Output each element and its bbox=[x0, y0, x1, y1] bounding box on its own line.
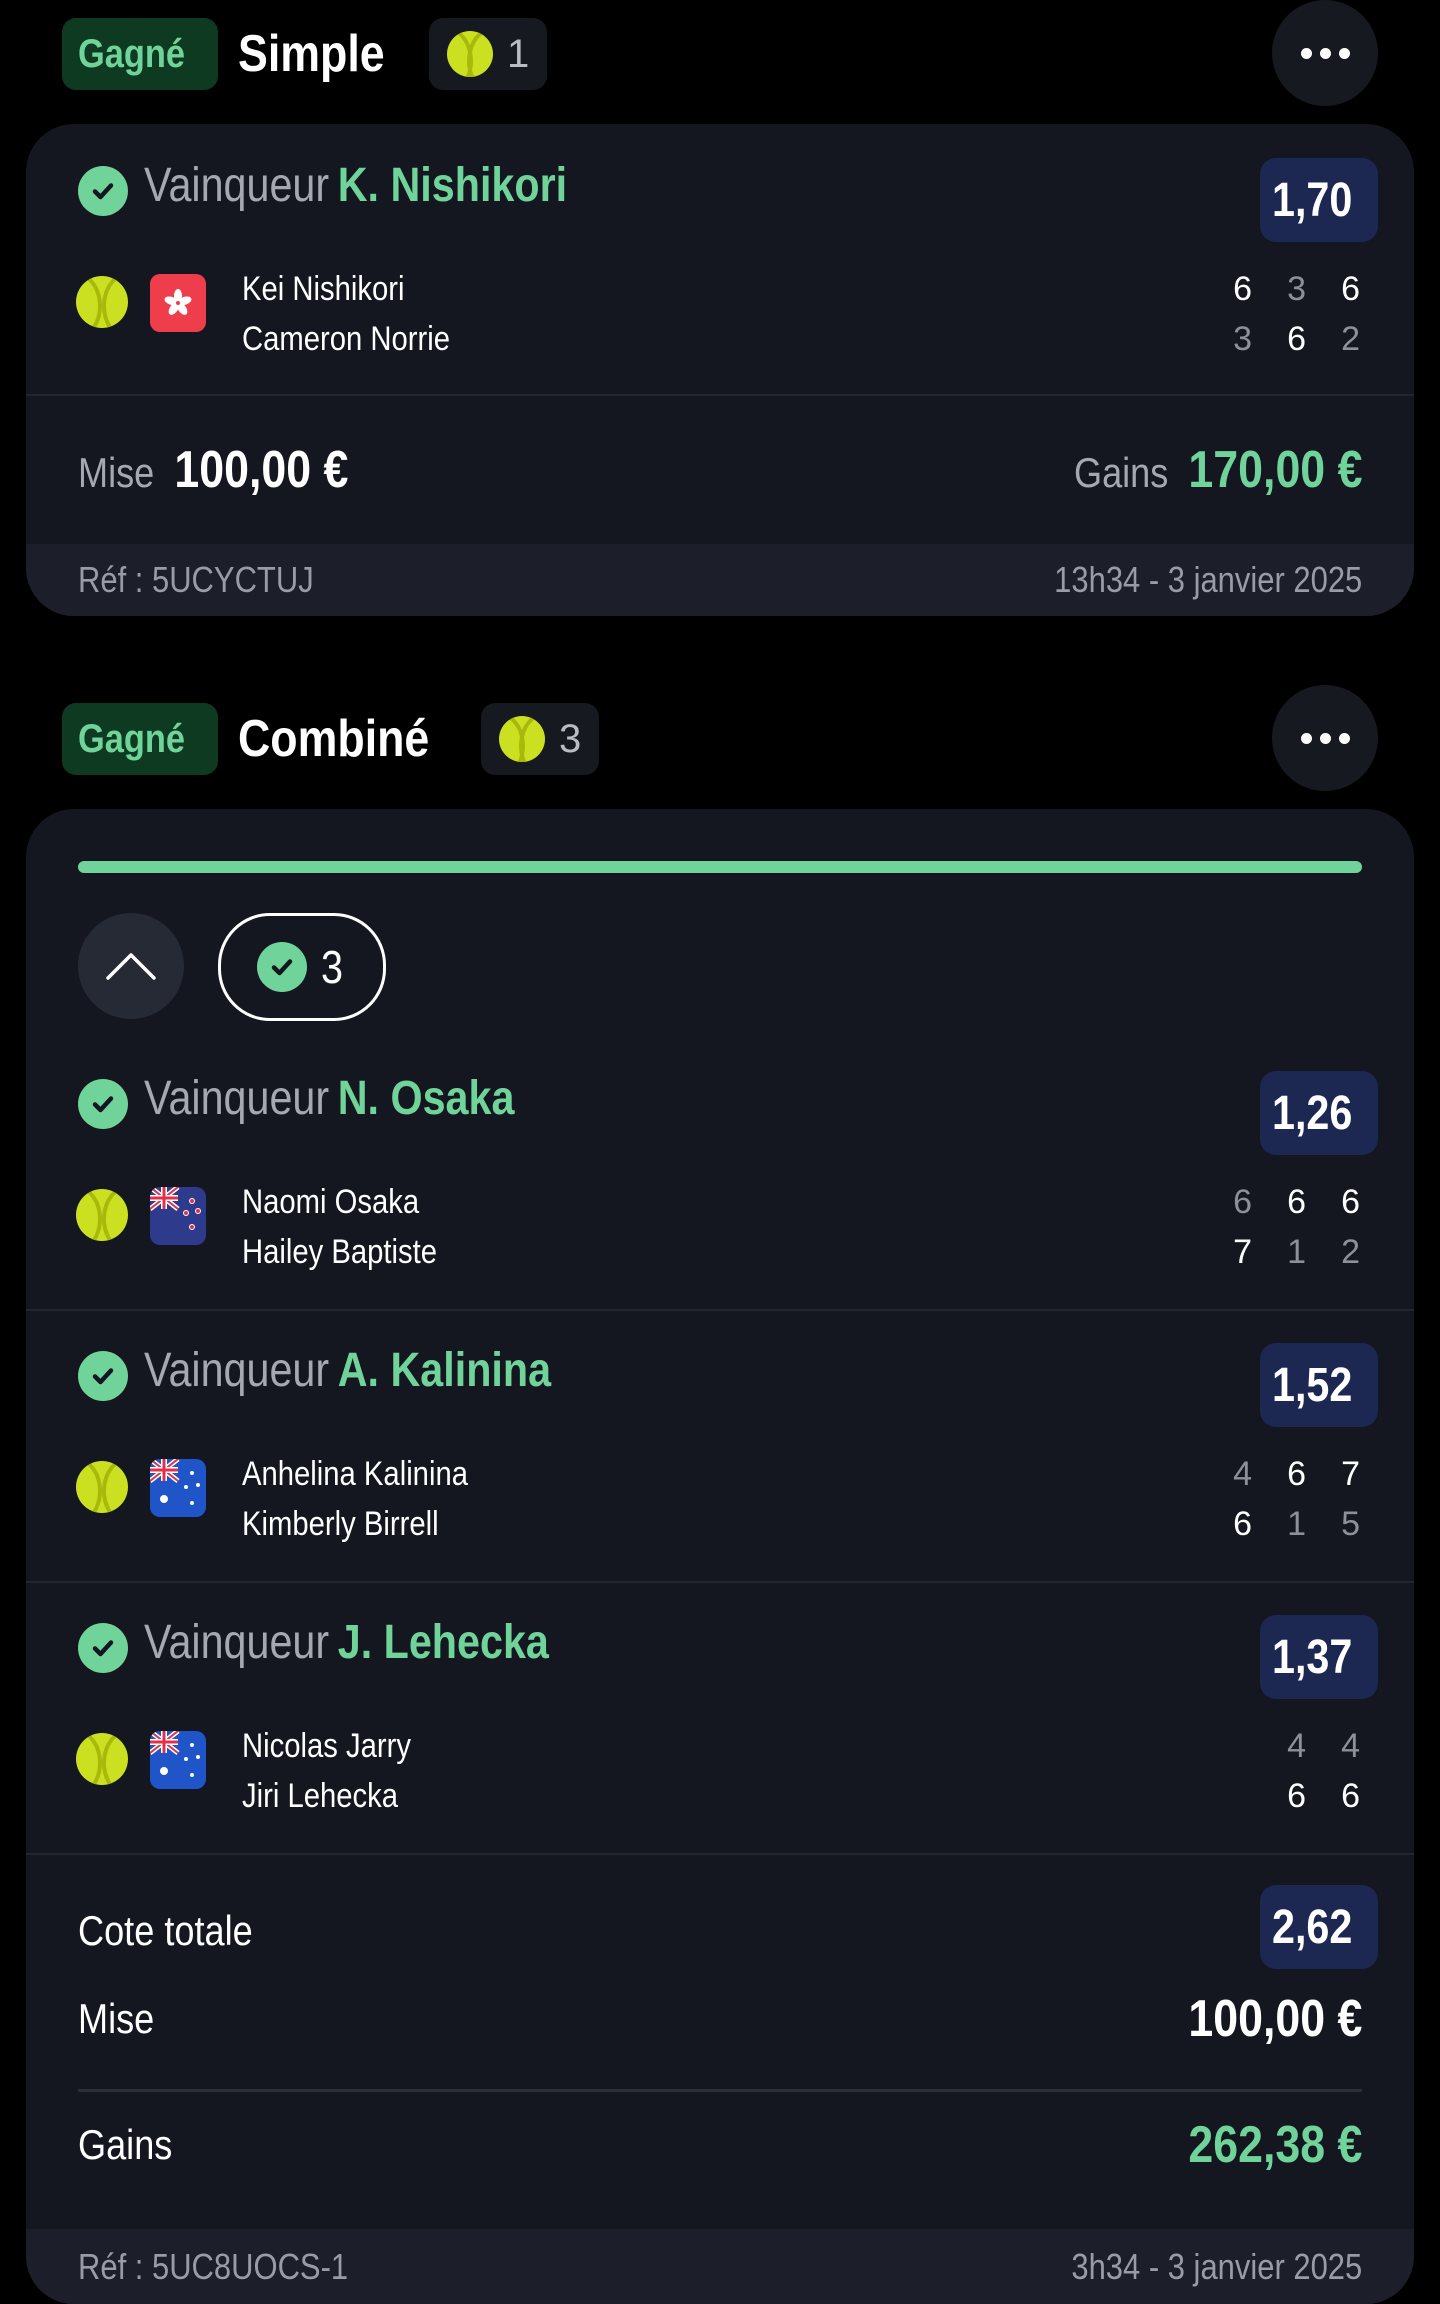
collapse-button[interactable] bbox=[78, 913, 184, 1019]
bet-header-combine: Gagné Combiné 3 bbox=[62, 685, 1378, 791]
progress-bar bbox=[78, 861, 1362, 873]
gains-value: 262,38 € bbox=[1187, 2116, 1362, 2174]
totals-section: Cote totale 2,62 Mise 100,00 € bbox=[78, 1885, 1378, 2145]
gains: Gains 170,00 € bbox=[1073, 441, 1362, 499]
set-scores: 666 712 bbox=[1233, 1183, 1360, 1271]
selection-title: Vainqueur A. Kalinina bbox=[144, 1344, 552, 1397]
stake-gains-row: Mise 100,00 € Gains 170,00 € bbox=[26, 396, 1414, 544]
flag-hong-kong-icon bbox=[150, 274, 206, 332]
bet-type-title: Combiné bbox=[238, 710, 430, 768]
odds-badge: 1,37 bbox=[1260, 1615, 1378, 1699]
bet-card-combine: 3 Vainqueur N. Osaka 1,26 Naomi Osaka Hai… bbox=[26, 809, 1414, 2304]
total-odds-badge: 2,62 bbox=[1260, 1885, 1378, 1969]
bet-header-simple: Gagné Simple 1 bbox=[62, 0, 1378, 106]
check-circle-icon bbox=[78, 1623, 128, 1673]
selection-count-chip: 1 bbox=[428, 18, 548, 90]
players-list: Anhelina Kalinina Kimberly Birrell bbox=[242, 1455, 468, 1543]
selection-title: Vainqueur K. Nishikori bbox=[144, 159, 568, 212]
odds-badge: 1,70 bbox=[1260, 158, 1378, 242]
more-dots-icon bbox=[1300, 47, 1312, 59]
tennis-ball-icon bbox=[498, 716, 545, 762]
selection-count-chip: 3 bbox=[480, 703, 600, 775]
won-selections-filter[interactable]: 3 bbox=[218, 913, 386, 1021]
more-options-button[interactable] bbox=[1272, 0, 1378, 106]
check-circle-icon bbox=[257, 942, 308, 992]
more-options-button[interactable] bbox=[1272, 685, 1378, 791]
selection-item[interactable]: Vainqueur J. Lehecka 1,37 Nicolas Jarry J… bbox=[26, 1581, 1414, 1855]
tennis-ball-icon bbox=[76, 1189, 128, 1241]
bet-datetime: 3h34 - 3 janvier 2025 bbox=[1071, 2245, 1362, 2287]
bet-card-simple: Vainqueur K. Nishikori 1,70 Kei Nishikori… bbox=[26, 124, 1414, 616]
set-scores: 44 66 bbox=[1287, 1727, 1360, 1815]
selection-title: Vainqueur N. Osaka bbox=[144, 1072, 515, 1125]
chevron-up-icon bbox=[106, 953, 156, 980]
flag-new-zealand-icon bbox=[150, 1187, 206, 1245]
bet-reference: Réf : 5UCYCTUJ bbox=[78, 559, 314, 600]
players-list: Naomi Osaka Hailey Baptiste bbox=[242, 1183, 438, 1271]
stake: Mise 100,00 € bbox=[78, 441, 349, 499]
stake-value: 100,00 € bbox=[1187, 1990, 1362, 2048]
selection-item[interactable]: Vainqueur K. Nishikori 1,70 Kei Nishikori… bbox=[26, 124, 1414, 396]
set-scores: 467 615 bbox=[1233, 1455, 1360, 1543]
reference-row: Réf : 5UCYCTUJ 13h34 - 3 janvier 2025 bbox=[26, 544, 1414, 616]
players-list: Kei Nishikori Cameron Norrie bbox=[242, 270, 450, 358]
divider bbox=[78, 2089, 1362, 2092]
status-badge: Gagné bbox=[62, 18, 219, 90]
odds-badge: 1,26 bbox=[1260, 1071, 1378, 1155]
check-circle-icon bbox=[78, 1351, 128, 1401]
progress-fill bbox=[78, 861, 1362, 873]
selection-item[interactable]: Vainqueur A. Kalinina 1,52 Anhelina Kalin… bbox=[26, 1309, 1414, 1583]
check-circle-icon bbox=[78, 166, 128, 216]
flag-australia-icon bbox=[150, 1731, 206, 1789]
tennis-ball-icon bbox=[76, 276, 128, 328]
stake-label: Mise bbox=[78, 1995, 155, 2042]
tennis-ball-icon bbox=[446, 31, 493, 77]
players-list: Nicolas Jarry Jiri Lehecka bbox=[242, 1727, 411, 1815]
status-badge: Gagné bbox=[62, 703, 219, 775]
selection-title: Vainqueur J. Lehecka bbox=[144, 1616, 549, 1669]
odds-badge: 1,52 bbox=[1260, 1343, 1378, 1427]
gains-label: Gains bbox=[78, 2121, 173, 2168]
tennis-ball-icon bbox=[76, 1461, 128, 1513]
selection-item[interactable]: Vainqueur N. Osaka 1,26 Naomi Osaka Haile… bbox=[26, 1037, 1414, 1311]
bet-datetime: 13h34 - 3 janvier 2025 bbox=[1053, 559, 1362, 600]
tennis-ball-icon bbox=[76, 1733, 128, 1785]
set-scores: 636 362 bbox=[1233, 270, 1360, 358]
more-dots-icon bbox=[1300, 732, 1312, 744]
check-circle-icon bbox=[78, 1079, 128, 1129]
reference-row: Réf : 5UC8UOCS-1 3h34 - 3 janvier 2025 bbox=[26, 2229, 1414, 2304]
total-odds-label: Cote totale bbox=[78, 1907, 253, 1954]
flag-australia-icon bbox=[150, 1459, 206, 1517]
bet-type-title: Simple bbox=[238, 25, 386, 83]
bet-reference: Réf : 5UC8UOCS-1 bbox=[78, 2245, 349, 2287]
